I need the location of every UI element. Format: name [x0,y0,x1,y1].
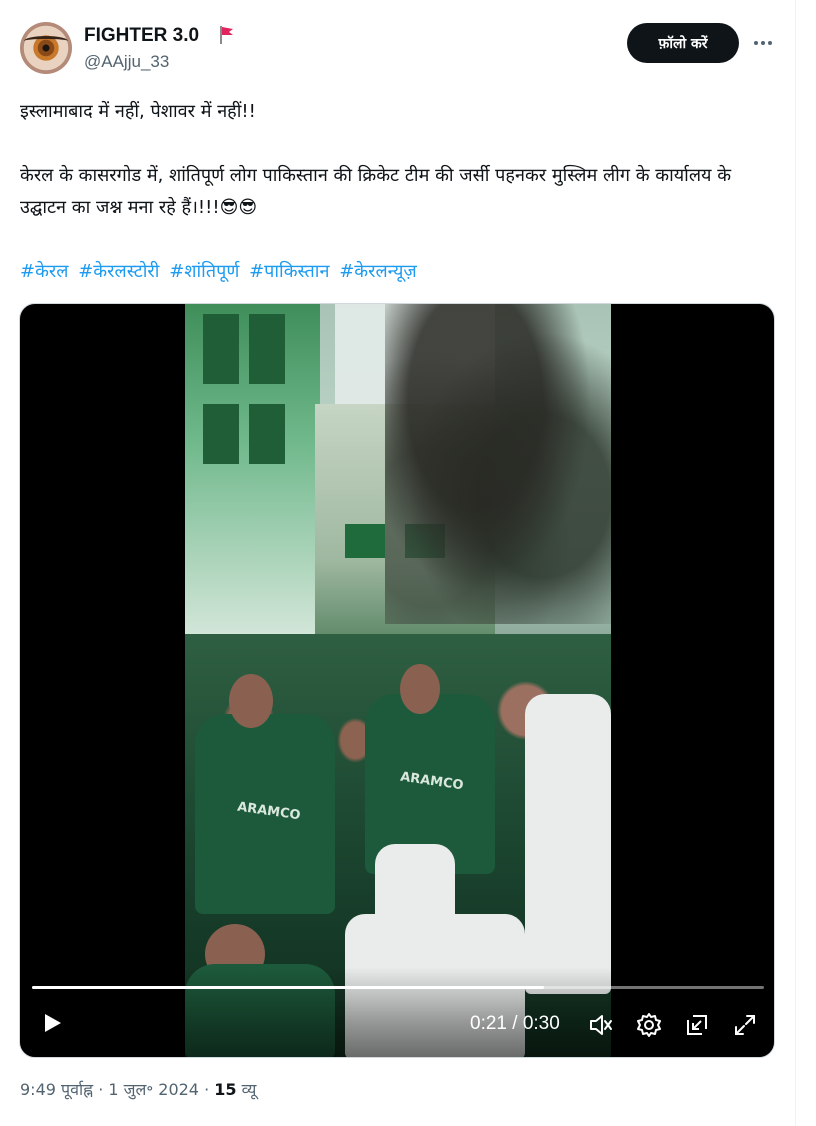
author-handle[interactable]: @AAjju_33 [84,52,169,72]
video-progress [32,986,545,989]
more-options-icon[interactable] [750,30,776,56]
tweet-meta: 9:49 पूर्वाह्न · 1 जुल॰ 2024 · 15 व्यू [20,1080,257,1099]
views-count: 15 [214,1080,237,1099]
video-frame[interactable]: ARAMCO ARAMCO [185,304,611,1057]
play-icon[interactable] [40,1011,64,1035]
hashtag-list: #केरल #केरलस्टोरी #शांतिपूर्ण #पाकिस्तान… [20,256,780,288]
tweet-line-2: केरल के कासरगोड में, शांतिपूर्ण लोग पाकि… [20,165,732,218]
video-player[interactable]: ARAMCO ARAMCO 0:21 / 0:30 [19,303,775,1058]
column-divider [795,0,796,1126]
hashtag-link[interactable]: #केरलस्टोरी [78,261,159,282]
red-flag-icon [220,26,233,44]
tweet-header: FIGHTER 3.0 @AAjju_33 फ़ॉलो करें [20,22,780,78]
avatar[interactable] [20,22,72,74]
volume-icon[interactable] [588,1012,614,1038]
follow-button[interactable]: फ़ॉलो करें [627,23,739,63]
views-label: व्यू [241,1080,257,1099]
video-time: 0:21 / 0:30 [470,1013,560,1034]
hashtag-link[interactable]: #पाकिस्तान [249,261,329,282]
video-controls: 0:21 / 0:30 [20,967,774,1057]
author-name[interactable]: FIGHTER 3.0 [84,25,199,47]
hashtag-link[interactable]: #केरलन्यूज़ [339,261,417,282]
settings-gear-icon[interactable] [636,1012,662,1038]
building-left [185,304,320,644]
tweet-time[interactable]: 9:49 पूर्वाह्न [20,1080,93,1099]
picture-in-picture-icon[interactable] [684,1012,710,1038]
hashtag-link[interactable]: #शांतिपूर्ण [169,261,239,282]
tweet-line-1: इस्लामाबाद में नहीं, पेशावर में नहीं!! [20,101,256,122]
hashtag-link[interactable]: #केरल [20,261,68,282]
fullscreen-icon[interactable] [732,1012,758,1038]
tweet-date[interactable]: 1 जुल॰ 2024 [108,1080,199,1099]
tweet-body: इस्लामाबाद में नहीं, पेशावर में नहीं!! क… [20,96,780,288]
video-scrubber[interactable] [32,986,764,989]
tree [385,304,611,624]
